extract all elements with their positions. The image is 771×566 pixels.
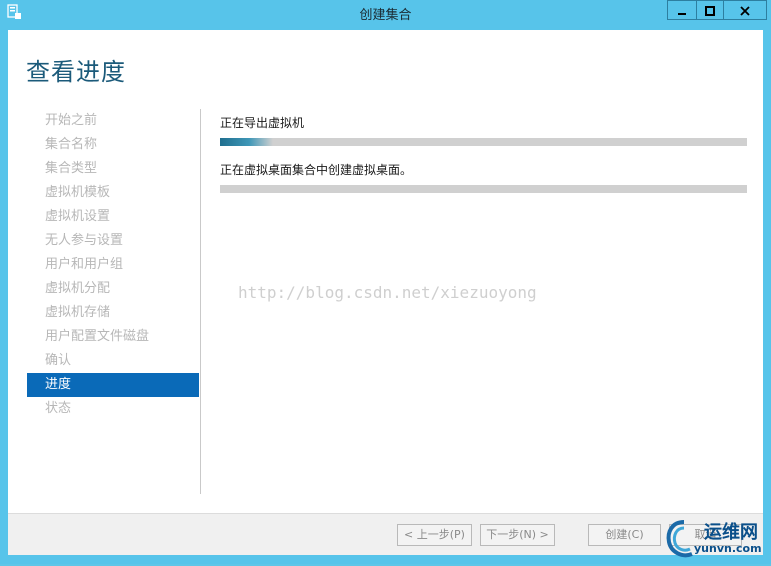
nav-item-user-profile-disks[interactable]: 用户配置文件磁盘 [27, 325, 199, 349]
window-title: 创建集合 [359, 8, 412, 23]
create-button[interactable]: 创建(C) [588, 524, 661, 546]
progress-bar [220, 138, 747, 146]
page-title: 查看进度 [26, 58, 126, 86]
task-create-virtual-desktops: 正在虚拟桌面集合中创建虚拟桌面。 [220, 161, 747, 193]
close-button[interactable] [723, 0, 767, 20]
task-label: 正在导出虚拟机 [220, 116, 305, 130]
nav-item-vm-allocation[interactable]: 虚拟机分配 [27, 277, 199, 301]
nav-item-before-you-begin[interactable]: 开始之前 [27, 109, 199, 133]
wizard-window: 创建集合 查看进度 开始之前 集合名称 集合类型 虚拟机模板 虚拟机设置 无人参… [0, 0, 771, 564]
nav-divider [200, 109, 201, 494]
watermark-text: http://blog.csdn.net/xiezuoyong [238, 283, 537, 302]
wizard-footer: < 上一步(P) 下一步(N) > 创建(C) 取消 [8, 513, 763, 555]
nav-item-vm-storage[interactable]: 虚拟机存储 [27, 301, 199, 325]
progress-fill [220, 138, 273, 146]
wizard-nav: 开始之前 集合名称 集合类型 虚拟机模板 虚拟机设置 无人参与设置 用户和用户组… [27, 109, 199, 421]
close-icon [740, 1, 750, 20]
site-logo: 运维网 yunvn.com [664, 516, 771, 564]
nav-item-confirmation[interactable]: 确认 [27, 349, 199, 373]
nav-item-vm-settings[interactable]: 虚拟机设置 [27, 205, 199, 229]
maximize-icon [705, 1, 715, 20]
previous-button[interactable]: < 上一步(P) [397, 524, 472, 546]
minimize-button[interactable] [667, 0, 696, 20]
nav-item-collection-name[interactable]: 集合名称 [27, 133, 199, 157]
nav-item-users-groups[interactable]: 用户和用户组 [27, 253, 199, 277]
nav-item-progress[interactable]: 进度 [27, 373, 199, 397]
nav-item-collection-type[interactable]: 集合类型 [27, 157, 199, 181]
logo-domain: yunvn.com [694, 542, 762, 555]
nav-item-vm-template[interactable]: 虚拟机模板 [27, 181, 199, 205]
progress-bar [220, 185, 747, 193]
title-bar[interactable]: 创建集合 [0, 0, 771, 26]
logo-name: 运维网 [704, 522, 758, 543]
next-button[interactable]: 下一步(N) > [480, 524, 555, 546]
nav-item-unattended-settings[interactable]: 无人参与设置 [27, 229, 199, 253]
wizard-content: 查看进度 开始之前 集合名称 集合类型 虚拟机模板 虚拟机设置 无人参与设置 用… [8, 30, 763, 555]
minimize-icon [677, 1, 687, 20]
nav-item-status[interactable]: 状态 [27, 397, 199, 421]
maximize-button[interactable] [696, 0, 723, 20]
logo-swirl-icon [666, 520, 693, 558]
task-label: 正在虚拟桌面集合中创建虚拟桌面。 [220, 163, 413, 177]
task-export-vm: 正在导出虚拟机 [220, 114, 747, 146]
